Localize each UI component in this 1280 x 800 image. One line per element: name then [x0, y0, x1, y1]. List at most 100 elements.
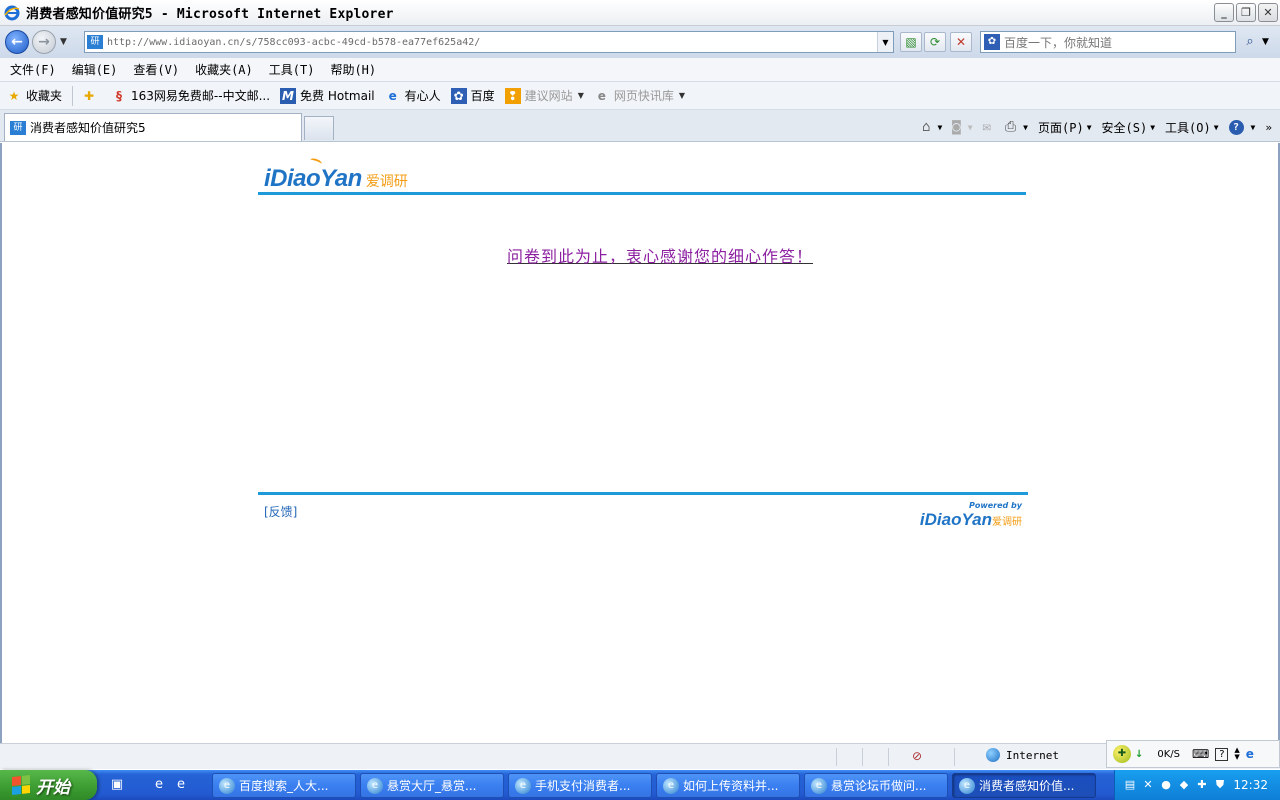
shield-icon[interactable]: ⛊ [1213, 778, 1227, 792]
taskbar-item[interactable]: e 手机支付消费者... [508, 773, 652, 798]
back-button[interactable]: ← [5, 30, 29, 54]
msn-icon: M [280, 87, 297, 104]
ie-icon: e [811, 777, 827, 794]
download-arrow-icon: ↓ [1135, 748, 1144, 760]
tools-menu-button[interactable]: 工具(O) ▼ [1165, 119, 1219, 136]
volume-muted-icon[interactable]: ✕ [1141, 778, 1155, 792]
page-header: iDiaoYan 爱调研 [258, 151, 1026, 195]
taskbar-item[interactable]: e 悬赏大厅_悬赏... [360, 773, 504, 798]
taskbar-item[interactable]: e 百度搜索_人大... [212, 773, 356, 798]
network-monitor-widget[interactable]: ✚ ↓ 0K/S ⌨ ? ▲ ▼ e [1106, 740, 1280, 768]
menu-edit[interactable]: 编辑(E) [66, 61, 124, 78]
add-favorite-button[interactable]: ✚ [81, 88, 101, 104]
ie-icon[interactable]: e [150, 776, 168, 794]
ie-icon: e [219, 777, 235, 794]
taskbar-item-label: 如何上传资料并... [683, 779, 779, 793]
fav-item-suggested-sites[interactable]: ❢ 建议网站 ▼ [504, 87, 584, 104]
menu-tools[interactable]: 工具(T) [263, 61, 321, 78]
start-button[interactable]: 开始 [0, 770, 97, 800]
taskbar-item-active[interactable]: e 消费者感知价值... [952, 773, 1096, 798]
more-commands-button[interactable]: » [1265, 121, 1272, 134]
ie-icon[interactable]: e [172, 776, 190, 794]
powered-by-label: Powered by [969, 501, 1022, 510]
network-icon[interactable]: ▤ [1123, 778, 1137, 792]
site-favicon-icon: 研 [87, 35, 103, 49]
chevron-down-icon: ▼ [967, 122, 973, 132]
menu-favorites[interactable]: 收藏夹(A) [189, 61, 259, 78]
taskbar-item-label: 手机支付消费者... [535, 779, 631, 793]
recent-pages-dropdown-icon[interactable]: ▼ [60, 37, 74, 47]
feedback-link[interactable]: [反馈] [264, 503, 297, 520]
printer-icon: ⎙ [1004, 119, 1017, 135]
taskbar-item-label: 消费者感知价值... [979, 779, 1075, 793]
fav-item-youxinren[interactable]: e 有心人 [385, 87, 441, 104]
menu-view[interactable]: 查看(V) [127, 61, 185, 78]
search-options-dropdown-icon[interactable]: ▼ [1262, 32, 1274, 52]
security-zone[interactable]: Internet [986, 748, 1059, 762]
address-url[interactable]: http://www.idiaoyan.cn/s/758cc093-acbc-4… [107, 37, 480, 48]
tab-favicon-icon: 研 [10, 120, 26, 135]
search-icon[interactable]: ⌕ [1240, 32, 1260, 52]
address-dropdown-icon[interactable]: ▼ [877, 32, 893, 52]
favorites-label: 收藏夹 [26, 89, 63, 103]
rss-icon: ◙ [952, 119, 961, 135]
menu-help[interactable]: 帮助(H) [324, 61, 382, 78]
menu-file[interactable]: 文件(F) [4, 61, 62, 78]
favorites-separator [72, 85, 74, 106]
status-divider [888, 748, 889, 766]
search-input[interactable]: ✿ 百度一下，你就知道 [980, 31, 1236, 53]
address-toolbar: ← → ▼ 研 http://www.idiaoyan.cn/s/758cc09… [0, 26, 1280, 58]
ie-icon: e [367, 777, 383, 794]
security-icon[interactable]: ◆ [1177, 778, 1191, 792]
tab-active[interactable]: 研 消费者感知价值研究5 [4, 113, 302, 141]
page-viewport: iDiaoYan 爱调研 问卷到此为止，衷心感谢您的细心作答！ [反馈] Pow… [0, 143, 1280, 743]
feeds-button[interactable]: ◙ ▼ [952, 119, 972, 135]
media-player-icon[interactable]: ▣ [108, 776, 126, 794]
chevron-down-icon: ▼ [937, 122, 943, 132]
minimize-button[interactable]: _ [1214, 3, 1234, 22]
update-icon[interactable]: ✚ [1195, 778, 1209, 792]
print-button[interactable]: ⎙ ▼ [1005, 119, 1028, 135]
ie-icon[interactable]: e [1246, 747, 1254, 761]
fav-item-suggested-sites-label: 建议网站 [524, 89, 573, 103]
new-tab-button[interactable] [304, 116, 334, 140]
close-window-button[interactable]: ✕ [1258, 3, 1278, 22]
windows-logo-icon [12, 775, 30, 795]
footer-logo-cn: 爱调研 [992, 517, 1022, 528]
popup-blocker-icon[interactable]: ⊘ [912, 749, 922, 763]
restore-button[interactable]: ❐ [1236, 3, 1256, 22]
fav-item-hotmail[interactable]: M 免费 Hotmail [280, 87, 375, 104]
antivirus-icon[interactable]: ● [1159, 778, 1173, 792]
mail-icon: ✉ [982, 119, 991, 135]
window-title: 消费者感知价值研究5 - Microsoft Internet Explorer [26, 7, 394, 22]
fav-item-web-slice[interactable]: e 网页快讯库 ▼ [594, 87, 685, 104]
start-label: 开始 [36, 777, 70, 798]
home-button[interactable]: ⌂ ▼ [922, 119, 942, 135]
page-menu-button[interactable]: 页面(P) ▼ [1038, 119, 1092, 136]
taskbar-item[interactable]: e 如何上传资料并... [656, 773, 800, 798]
favorites-button[interactable]: ★ 收藏夹 [6, 87, 62, 104]
refresh-icon[interactable]: ⟳ [924, 32, 946, 52]
safety-menu-button[interactable]: 安全(S) ▼ [1102, 119, 1156, 136]
help-icon[interactable]: ? [1215, 747, 1229, 761]
status-divider [836, 748, 837, 766]
read-mail-button[interactable]: ✉ [983, 119, 995, 135]
compatibility-view-icon[interactable]: ▧ [900, 32, 922, 52]
taskbar-item[interactable]: e 悬赏论坛币做问... [804, 773, 948, 798]
chevron-down-icon: ▼ [1086, 122, 1092, 132]
thank-you-message: 问卷到此为止，衷心感谢您的细心作答！ [507, 247, 814, 266]
fav-item-163[interactable]: § 163网易免费邮--中文邮... [111, 87, 270, 104]
title-bar: 消费者感知价值研究5 - Microsoft Internet Explorer… [0, 0, 1280, 26]
scroll-arrows-icon[interactable]: ▲ ▼ [1234, 747, 1239, 761]
footer-logo[interactable]: Powered by iDiaoYan爱调研 [920, 501, 1022, 530]
idiaoyan-logo[interactable]: iDiaoYan 爱调研 [264, 157, 408, 193]
help-button[interactable]: ? ▼ [1228, 119, 1255, 135]
forward-button[interactable]: → [32, 30, 56, 54]
keyboard-icon[interactable]: ⌨ [1192, 747, 1209, 761]
globe-icon [986, 748, 1000, 762]
ie-icon: e [515, 777, 531, 794]
fav-item-baidu[interactable]: ✿ 百度 [450, 87, 495, 104]
network-monitor-icon: ✚ [1113, 745, 1131, 763]
stop-icon[interactable]: ✕ [950, 32, 972, 52]
address-input[interactable]: 研 http://www.idiaoyan.cn/s/758cc093-acbc… [84, 31, 894, 53]
